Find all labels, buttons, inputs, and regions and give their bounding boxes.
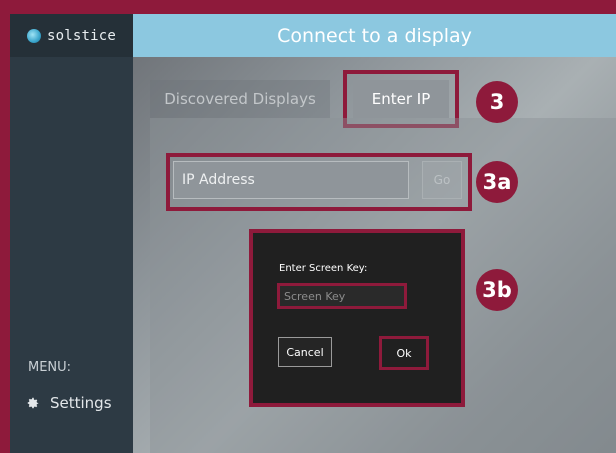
- solstice-logo-icon: [26, 28, 41, 43]
- sidebar: solstice MENU: Settings: [10, 14, 133, 453]
- ip-address-input[interactable]: IP Address: [173, 161, 409, 199]
- screen-key-label: Enter Screen Key:: [279, 263, 368, 274]
- logo-text: solstice: [46, 27, 117, 44]
- menu-label: MENU:: [28, 360, 72, 375]
- sidebar-item-settings[interactable]: Settings: [26, 394, 112, 412]
- cancel-button[interactable]: Cancel: [278, 337, 332, 367]
- logo-bar: solstice: [10, 14, 133, 57]
- ip-form-highlight: IP Address Go: [166, 153, 472, 211]
- app-window: solstice MENU: Settings Connect to a dis…: [10, 14, 616, 453]
- gear-icon: [27, 397, 39, 409]
- screen-key-input[interactable]: Screen Key: [277, 283, 407, 309]
- tab-enter-ip[interactable]: Enter IP: [353, 80, 449, 118]
- screen-key-dialog: Enter Screen Key: Screen Key Cancel Ok: [249, 229, 465, 407]
- go-button[interactable]: Go: [422, 161, 462, 199]
- callout-badge-3b: 3b: [476, 269, 518, 311]
- main-area: Connect to a display Discovered Displays…: [133, 14, 616, 453]
- callout-badge-3a: 3a: [476, 161, 518, 203]
- tab-discovered-displays[interactable]: Discovered Displays: [150, 80, 330, 118]
- callout-badge-3: 3: [476, 81, 518, 123]
- ok-button-highlight: Ok: [379, 336, 429, 370]
- ok-button[interactable]: Ok: [396, 347, 411, 360]
- page-title: Connect to a display: [133, 14, 616, 57]
- settings-label: Settings: [50, 394, 112, 412]
